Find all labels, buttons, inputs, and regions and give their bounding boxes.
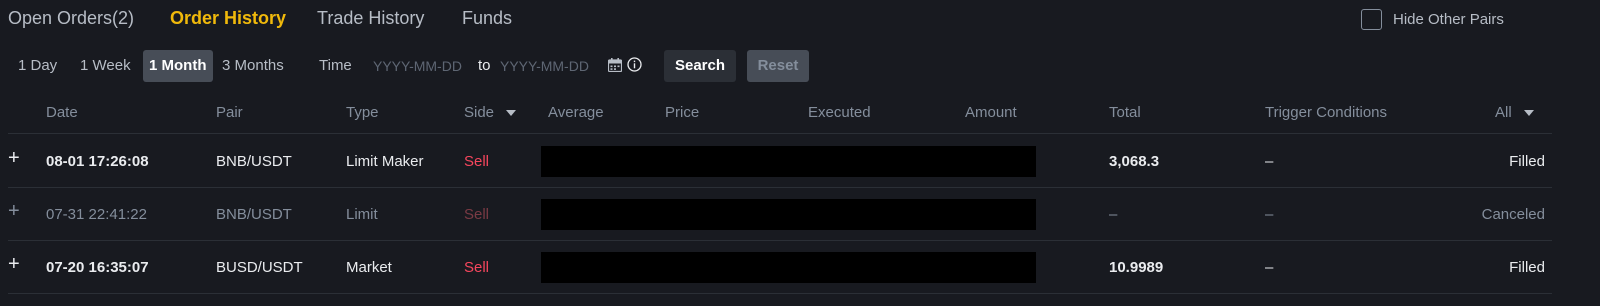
filter-bar: 1 Day 1 Week 1 Month 3 Months Time to Se… <box>0 50 1600 82</box>
order-type: Limit Maker <box>346 153 424 170</box>
column-date: Date <box>46 104 78 121</box>
column-trigger-conditions: Trigger Conditions <box>1265 104 1387 121</box>
order-status: Canceled <box>1481 206 1545 223</box>
tab-trade-history[interactable]: Trade History <box>317 8 424 29</box>
order-total: 10.9989 <box>1109 259 1164 276</box>
divider <box>8 293 1552 294</box>
column-pair: Pair <box>216 104 243 121</box>
order-total: – <box>1109 206 1118 223</box>
tab-bar: Open Orders(2) Order History Trade Histo… <box>0 0 1600 40</box>
order-pair: BNB/USDT <box>216 206 292 223</box>
order-date: 08-01 17:26:08 <box>46 153 149 170</box>
order-trigger: – <box>1265 206 1274 223</box>
column-amount: Amount <box>965 104 1017 121</box>
order-status: Filled <box>1509 259 1545 276</box>
period-1-day[interactable]: 1 Day <box>12 50 63 82</box>
time-label: Time <box>319 57 352 74</box>
column-total: Total <box>1109 104 1141 121</box>
divider <box>8 133 1552 134</box>
column-side-filter[interactable]: Side <box>464 104 517 121</box>
redacted-block <box>541 146 1036 177</box>
table-row[interactable]: + 07-20 16:35:07 BUSD/USDT Market Sell 1… <box>0 242 1600 294</box>
status-filter[interactable]: All <box>1495 104 1534 121</box>
expand-icon[interactable]: + <box>8 201 20 221</box>
table-row[interactable]: + 08-01 17:26:08 BNB/USDT Limit Maker Se… <box>0 136 1600 188</box>
order-side: Sell <box>464 259 490 276</box>
caret-down-icon <box>506 109 517 116</box>
order-trigger: – <box>1265 153 1274 170</box>
order-date: 07-20 16:35:07 <box>46 259 149 276</box>
divider <box>8 240 1552 241</box>
column-price: Price <box>665 104 700 121</box>
hide-other-pairs-checkbox[interactable] <box>1361 8 1382 30</box>
order-date: 07-31 22:41:22 <box>46 206 147 223</box>
order-side: Sell <box>464 153 490 170</box>
order-trigger: – <box>1265 259 1274 276</box>
column-executed: Executed <box>808 104 871 121</box>
order-status: Filled <box>1509 153 1545 170</box>
date-to-input[interactable] <box>500 50 606 82</box>
order-history-panel: Open Orders(2) Order History Trade Histo… <box>0 0 1600 306</box>
order-pair: BNB/USDT <box>216 153 292 170</box>
order-type: Limit <box>346 206 378 223</box>
calendar-icon[interactable] <box>608 58 622 72</box>
caret-down-icon <box>1523 109 1534 116</box>
info-icon[interactable] <box>627 57 642 72</box>
period-1-week[interactable]: 1 Week <box>74 50 137 82</box>
reset-button[interactable]: Reset <box>747 50 809 82</box>
expand-icon[interactable]: + <box>8 254 20 274</box>
order-type: Market <box>346 259 392 276</box>
period-3-months[interactable]: 3 Months <box>216 50 290 82</box>
tab-funds[interactable]: Funds <box>462 8 512 29</box>
table-row[interactable]: + 07-31 22:41:22 BNB/USDT Limit Sell – –… <box>0 189 1600 241</box>
hide-other-pairs-label: Hide Other Pairs <box>1393 10 1504 28</box>
search-button[interactable]: Search <box>664 50 736 82</box>
period-1-month[interactable]: 1 Month <box>143 50 213 82</box>
status-filter-label: All <box>1495 104 1512 121</box>
table-header: Date Pair Type Side Average Price Execut… <box>0 94 1600 132</box>
hide-other-pairs-toggle[interactable]: Hide Other Pairs <box>1361 8 1504 30</box>
date-from-input[interactable] <box>373 50 479 82</box>
column-side: Side <box>464 104 495 121</box>
to-label: to <box>478 57 491 74</box>
order-total: 3,068.3 <box>1109 153 1160 170</box>
redacted-block <box>541 199 1036 230</box>
divider <box>8 187 1552 188</box>
tab-open-orders[interactable]: Open Orders(2) <box>8 8 134 29</box>
column-average: Average <box>548 104 604 121</box>
order-side: Sell <box>464 206 490 223</box>
tab-order-history[interactable]: Order History <box>170 8 286 29</box>
expand-icon[interactable]: + <box>8 148 20 168</box>
order-pair: BUSD/USDT <box>216 259 303 276</box>
column-type: Type <box>346 104 379 121</box>
redacted-block <box>541 252 1036 283</box>
